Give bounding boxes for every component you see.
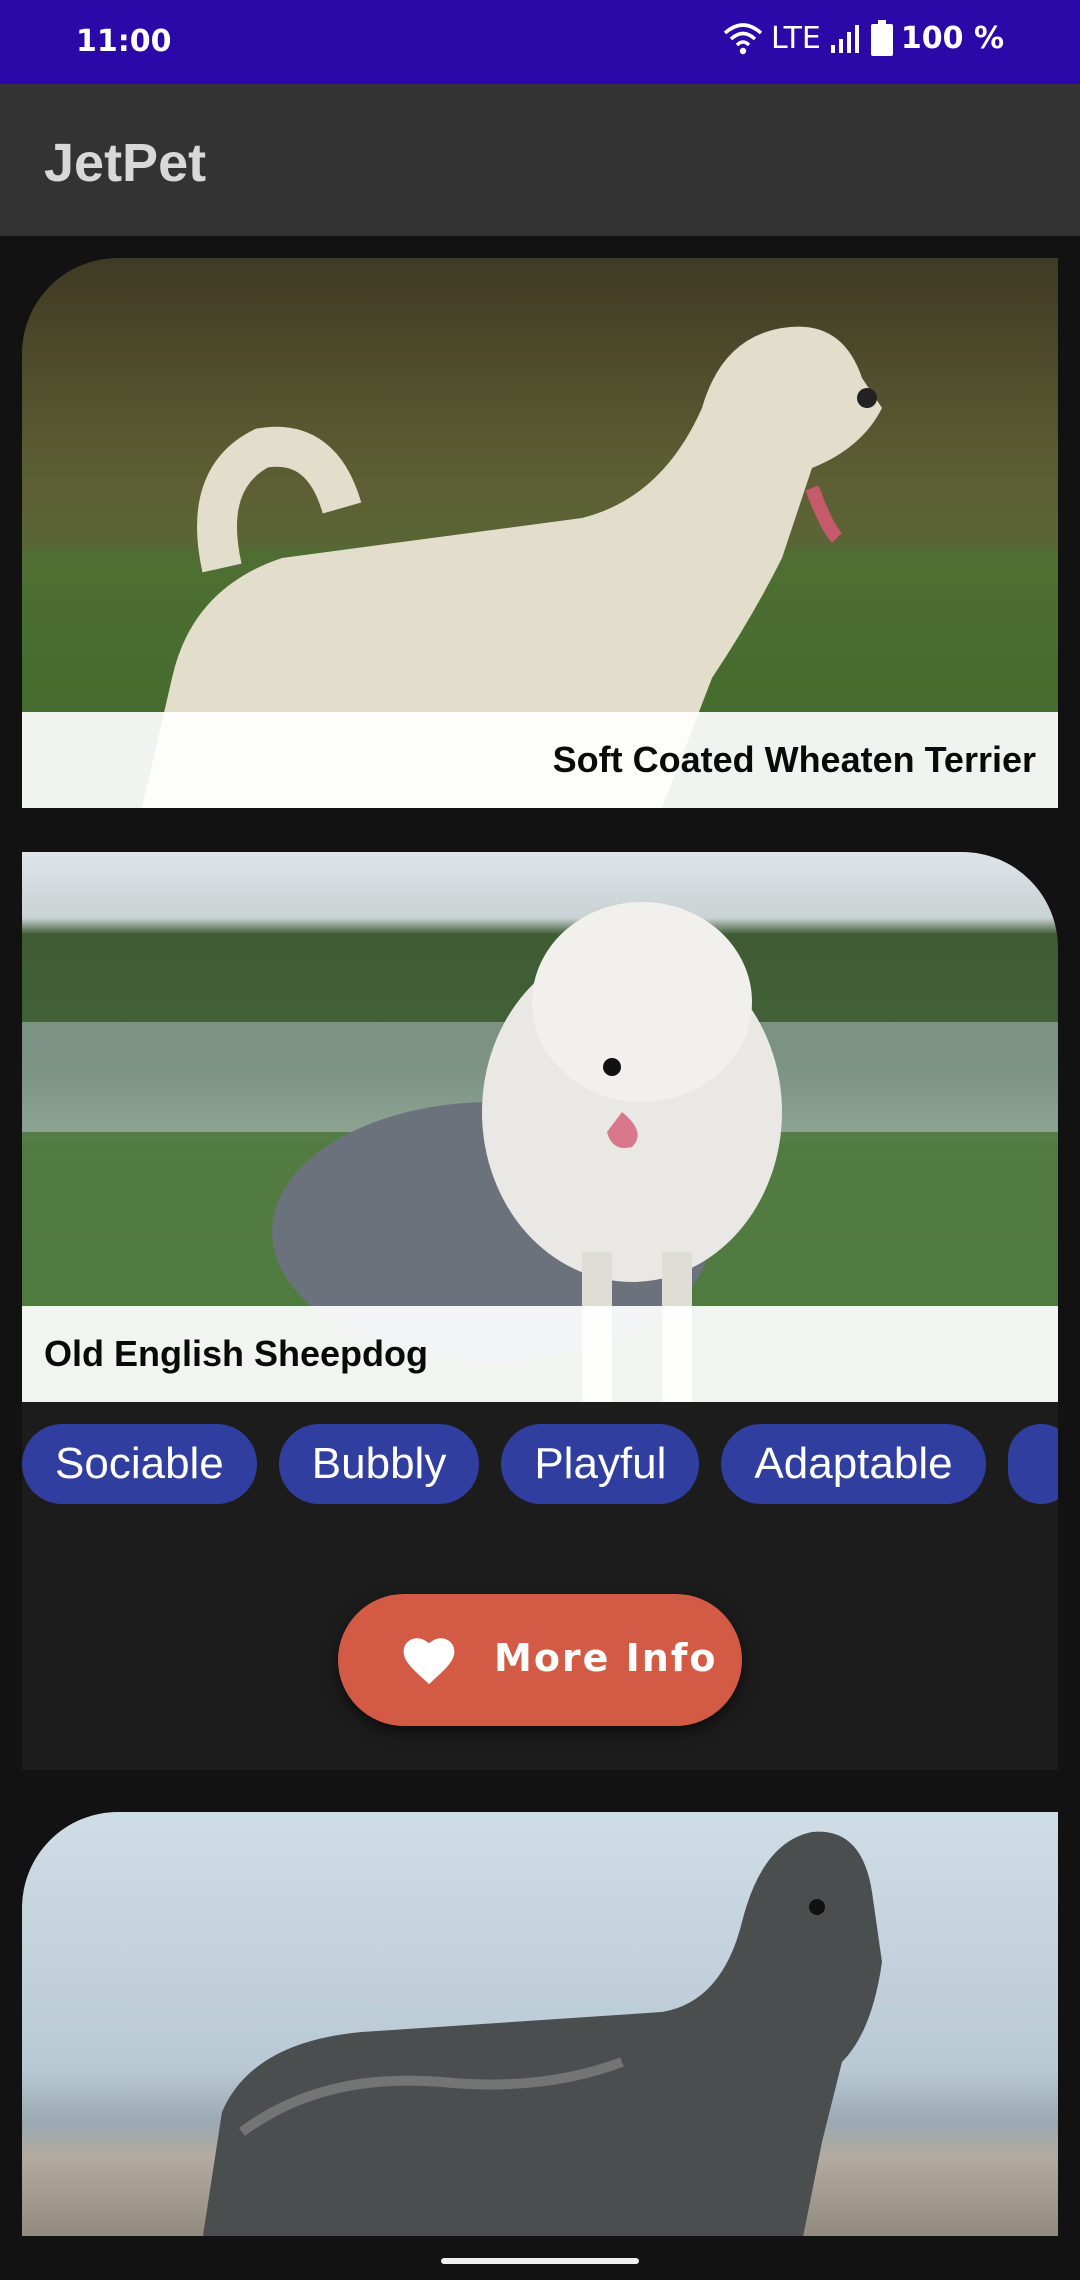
pet-photo — [22, 1812, 1058, 2242]
wifi-icon — [723, 23, 763, 55]
app-title: JetPet — [44, 133, 207, 193]
breed-caption: Soft Coated Wheaten Terrier — [22, 712, 1058, 808]
battery-icon — [870, 20, 893, 56]
tag-chip[interactable]: Playful — [501, 1424, 700, 1504]
heart-icon — [403, 1638, 455, 1685]
breed-name: Soft Coated Wheaten Terrier — [552, 739, 1036, 780]
status-time: 11:00 — [76, 24, 172, 59]
tag-chip[interactable]: Bubbly — [278, 1424, 480, 1504]
tag-chip[interactable] — [1007, 1424, 1058, 1504]
app-bar: JetPet — [0, 84, 1080, 236]
tag-chip[interactable]: Adaptable — [721, 1424, 986, 1504]
temperament-chips[interactable]: Sociable Bubbly Playful Adaptable — [22, 1424, 1058, 1506]
navigation-bar — [0, 2236, 1080, 2280]
status-icons: LTE 100 % — [723, 20, 1004, 56]
signal-icon — [830, 25, 859, 53]
battery-level: 100 % — [900, 20, 1004, 56]
network-type: LTE — [771, 20, 821, 56]
more-info-label: More Info — [494, 1636, 718, 1680]
status-bar: 11:00 LTE 100 % — [0, 0, 1080, 84]
pet-card[interactable] — [22, 1812, 1058, 2242]
breed-caption: Old English Sheepdog — [22, 1306, 1058, 1402]
pet-card[interactable]: Soft Coated Wheaten Terrier — [22, 258, 1058, 808]
more-info-button[interactable]: More Info — [338, 1594, 742, 1726]
tag-chip[interactable]: Sociable — [22, 1424, 257, 1504]
home-gesture-handle[interactable] — [441, 2258, 639, 2264]
breed-name: Old English Sheepdog — [44, 1333, 429, 1374]
pet-card-expanded[interactable]: Old English Sheepdog Sociable Bubbly Pla… — [22, 852, 1058, 1770]
